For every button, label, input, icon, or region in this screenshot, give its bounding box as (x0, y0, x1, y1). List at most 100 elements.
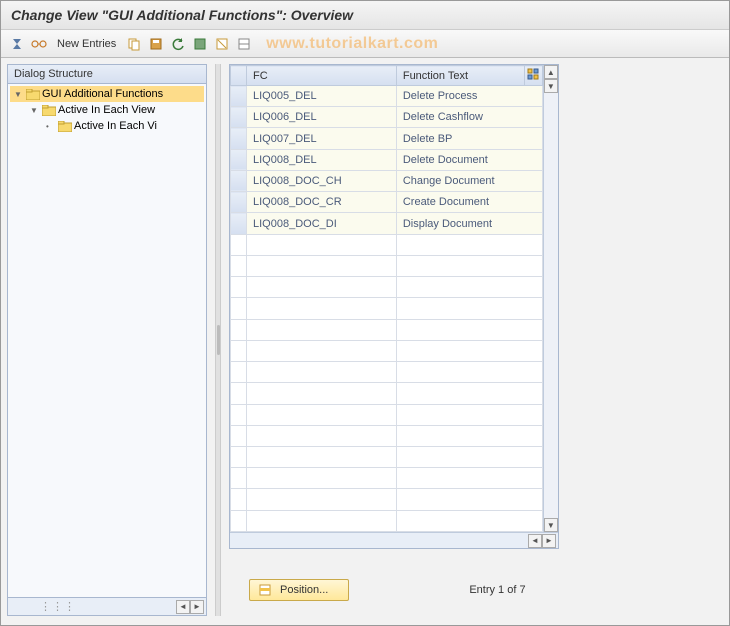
cell-function-text[interactable]: Delete Cashflow (396, 107, 542, 128)
table-row-empty[interactable] (231, 383, 543, 404)
cell-fc[interactable] (247, 298, 397, 319)
expand-icon[interactable]: • (46, 122, 56, 131)
table-row[interactable]: LIQ008_DOC_DIDisplay Document (231, 213, 543, 234)
cell-function-text[interactable] (396, 489, 542, 510)
table-row-empty[interactable] (231, 362, 543, 383)
cell-fc[interactable] (247, 404, 397, 425)
table-row[interactable]: LIQ008_DOC_CHChange Document (231, 170, 543, 191)
collapse-icon[interactable]: ▼ (30, 106, 40, 115)
row-selector[interactable] (231, 234, 247, 255)
row-selector[interactable] (231, 383, 247, 404)
tree-item[interactable]: ▼Active In Each View (10, 102, 204, 118)
cell-function-text[interactable] (396, 277, 542, 298)
table-row-empty[interactable] (231, 468, 543, 489)
row-selector[interactable] (231, 404, 247, 425)
glasses-icon[interactable] (31, 36, 47, 52)
tree-item[interactable]: •Active In Each Vi (10, 118, 204, 134)
cell-fc[interactable] (247, 234, 397, 255)
cell-function-text[interactable]: Delete Document (396, 149, 542, 170)
cell-fc[interactable]: LIQ006_DEL (247, 107, 397, 128)
row-selector[interactable] (231, 277, 247, 298)
cell-fc[interactable] (247, 510, 397, 531)
table-row-empty[interactable] (231, 446, 543, 467)
row-selector[interactable] (231, 128, 247, 149)
cell-function-text[interactable] (396, 383, 542, 404)
column-header-function-text[interactable]: Function Text (396, 66, 524, 86)
row-selector[interactable] (231, 192, 247, 213)
cell-function-text[interactable]: Delete BP (396, 128, 542, 149)
cell-function-text[interactable] (396, 255, 542, 276)
cell-function-text[interactable]: Change Document (396, 170, 542, 191)
cell-fc[interactable]: LIQ007_DEL (247, 128, 397, 149)
cell-fc[interactable]: LIQ008_DOC_CH (247, 170, 397, 191)
cell-fc[interactable] (247, 489, 397, 510)
row-selector[interactable] (231, 468, 247, 489)
splitter-handle[interactable] (215, 64, 221, 616)
cell-function-text[interactable] (396, 510, 542, 531)
cell-function-text[interactable] (396, 298, 542, 319)
table-row[interactable]: LIQ008_DOC_CRCreate Document (231, 192, 543, 213)
cell-function-text[interactable]: Display Document (396, 213, 542, 234)
table-row-empty[interactable] (231, 425, 543, 446)
cell-function-text[interactable]: Create Document (396, 192, 542, 213)
table-row-empty[interactable] (231, 234, 543, 255)
select-all-icon[interactable] (192, 36, 208, 52)
cell-fc[interactable] (247, 446, 397, 467)
column-header-fc[interactable]: FC (247, 66, 397, 86)
cell-function-text[interactable] (396, 362, 542, 383)
table-row-empty[interactable] (231, 489, 543, 510)
table-row-empty[interactable] (231, 340, 543, 361)
row-selector[interactable] (231, 510, 247, 531)
cell-function-text[interactable] (396, 234, 542, 255)
scroll-right-button[interactable]: ► (190, 600, 204, 614)
cell-fc[interactable]: LIQ005_DEL (247, 86, 397, 107)
delimit-icon[interactable] (236, 36, 252, 52)
table-row[interactable]: LIQ005_DELDelete Process (231, 86, 543, 107)
hscroll-right-button[interactable]: ► (542, 534, 556, 548)
copy-icon[interactable] (126, 36, 142, 52)
table-row-empty[interactable] (231, 255, 543, 276)
drag-handle-icon[interactable]: ⋮⋮⋮ (10, 600, 176, 613)
scroll-down-button[interactable]: ▼ (544, 79, 558, 93)
scroll-up-button[interactable]: ▲ (544, 65, 558, 79)
deselect-icon[interactable] (214, 36, 230, 52)
row-header-corner[interactable] (231, 66, 247, 86)
toggle-tech-names-icon[interactable] (9, 36, 25, 52)
table-row[interactable]: LIQ006_DELDelete Cashflow (231, 107, 543, 128)
cell-function-text[interactable] (396, 425, 542, 446)
cell-fc[interactable] (247, 362, 397, 383)
table-row-empty[interactable] (231, 404, 543, 425)
table-row-empty[interactable] (231, 298, 543, 319)
scroll-left-button[interactable]: ◄ (176, 600, 190, 614)
scroll-down-end-button[interactable]: ▼ (544, 518, 558, 532)
cell-fc[interactable] (247, 425, 397, 446)
row-selector[interactable] (231, 107, 247, 128)
row-selector[interactable] (231, 298, 247, 319)
row-selector[interactable] (231, 213, 247, 234)
cell-fc[interactable]: LIQ008_DOC_DI (247, 213, 397, 234)
hscroll-left-button[interactable]: ◄ (528, 534, 542, 548)
cell-function-text[interactable]: Delete Process (396, 86, 542, 107)
cell-fc[interactable] (247, 319, 397, 340)
cell-fc[interactable] (247, 340, 397, 361)
cell-function-text[interactable] (396, 446, 542, 467)
position-button[interactable]: Position... (249, 579, 349, 601)
row-selector[interactable] (231, 170, 247, 191)
cell-fc[interactable] (247, 383, 397, 404)
row-selector[interactable] (231, 149, 247, 170)
new-entries-button[interactable]: New Entries (53, 38, 120, 50)
row-selector[interactable] (231, 255, 247, 276)
table-row[interactable]: LIQ008_DELDelete Document (231, 149, 543, 170)
row-selector[interactable] (231, 319, 247, 340)
table-row-empty[interactable] (231, 319, 543, 340)
cell-fc[interactable] (247, 468, 397, 489)
table-row[interactable]: LIQ007_DELDelete BP (231, 128, 543, 149)
collapse-icon[interactable]: ▼ (14, 90, 24, 99)
row-selector[interactable] (231, 86, 247, 107)
save-icon[interactable] (148, 36, 164, 52)
table-config-button[interactable] (524, 66, 542, 86)
tree-item[interactable]: ▼GUI Additional Functions (10, 86, 204, 102)
cell-fc[interactable] (247, 277, 397, 298)
row-selector[interactable] (231, 340, 247, 361)
table-row-empty[interactable] (231, 277, 543, 298)
